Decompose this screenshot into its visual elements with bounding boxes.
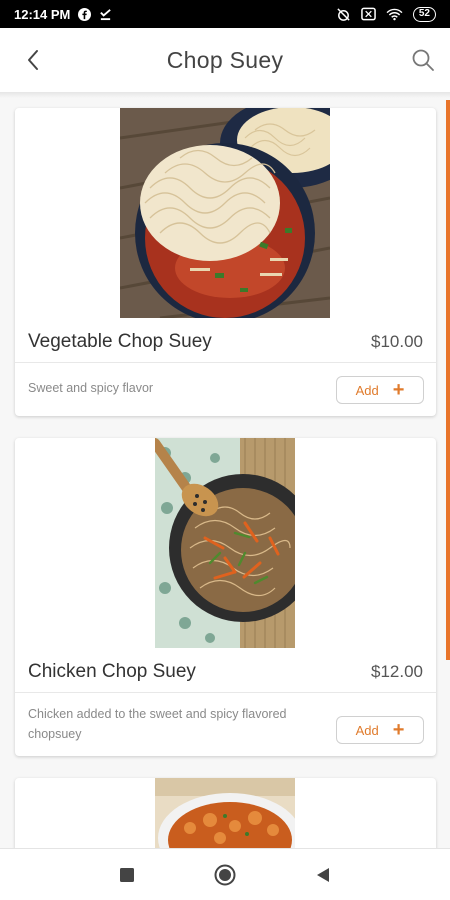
menu-item-card[interactable]: Chicken Chop Suey $12.00 Chicken added t… (15, 438, 436, 756)
status-time: 12:14 PM (14, 6, 71, 22)
item-description: Sweet and spicy flavor (28, 381, 154, 395)
chevron-left-icon (28, 50, 38, 70)
item-name: Vegetable Chop Suey (28, 331, 212, 352)
facebook-icon (78, 7, 92, 21)
back-icon (317, 867, 329, 882)
menu-item-image (155, 778, 295, 848)
item-price: $12.00 (371, 662, 423, 681)
home-button[interactable] (212, 862, 238, 888)
sim-icon (361, 7, 376, 21)
item-name: Chicken Chop Suey (28, 661, 196, 682)
item-price: $10.00 (371, 332, 423, 351)
status-bar: 12:14 PM 52 (0, 0, 450, 28)
app-bar: Chop Suey (0, 28, 450, 92)
recents-button[interactable] (114, 862, 140, 888)
add-button[interactable]: Add + (336, 376, 424, 404)
search-icon (412, 49, 434, 71)
nav-back-button[interactable] (310, 862, 336, 888)
battery-icon: 52 (412, 6, 436, 22)
plus-icon: + (392, 719, 405, 741)
chicken-chop-suey-image (155, 438, 295, 648)
home-icon (214, 864, 236, 885)
menu-item-card[interactable]: Vegetable Chop Suey $10.00 Sweet and spi… (15, 108, 436, 416)
card-divider (15, 692, 436, 693)
add-label: Add (355, 382, 379, 398)
card-divider (15, 362, 436, 363)
system-nav-bar (0, 848, 450, 900)
menu-list[interactable]: Vegetable Chop Suey $10.00 Sweet and spi… (0, 98, 450, 848)
add-button[interactable]: Add + (336, 716, 424, 744)
vegetable-chop-suey-image (120, 108, 330, 318)
search-button[interactable] (408, 46, 438, 74)
plus-icon: + (392, 379, 405, 401)
menu-item-card[interactable] (15, 778, 436, 848)
download-done-icon (99, 8, 112, 21)
alarm-off-icon (336, 7, 351, 22)
recents-icon (120, 867, 134, 882)
wifi-icon (386, 8, 403, 21)
back-button[interactable] (20, 46, 46, 74)
scroll-indicator[interactable] (446, 100, 450, 660)
page-title: Chop Suey (166, 46, 284, 73)
item-description: Chicken added to the sweet and spicy fla… (28, 707, 287, 741)
add-label: Add (355, 722, 379, 738)
